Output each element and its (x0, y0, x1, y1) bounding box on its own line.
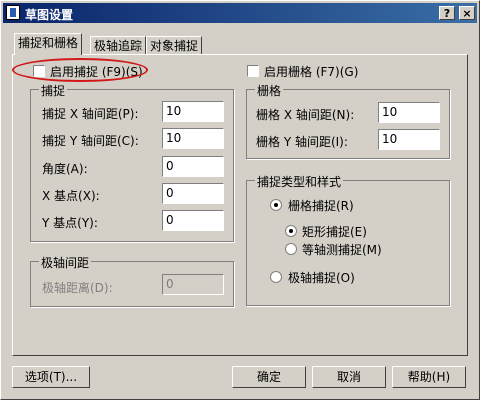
x-base-input[interactable]: 0 (162, 183, 224, 204)
grid-group-title: 栅格 (255, 82, 284, 99)
red-highlight-ellipse (12, 58, 148, 82)
isometric-snap-radio[interactable] (285, 243, 297, 255)
rectangular-snap-label[interactable]: 矩形捕捉(E) (302, 223, 367, 240)
polar-snap-label[interactable]: 极轴捕捉(O) (288, 269, 355, 286)
grid-y-spacing-input[interactable]: 10 (378, 129, 440, 150)
isometric-snap-label[interactable]: 等轴测捕捉(M) (302, 241, 382, 258)
polar-distance-input[interactable]: 0 (162, 274, 224, 295)
y-base-input[interactable]: 0 (162, 210, 224, 231)
grid-x-spacing-label: 栅格 X 轴间距(N): (256, 108, 355, 122)
y-base-label: Y 基点(Y): (42, 216, 98, 230)
grid-snap-label[interactable]: 栅格捕捉(R) (288, 197, 354, 214)
snap-y-spacing-input[interactable]: 10 (162, 128, 224, 149)
ok-button[interactable]: 确定 (232, 366, 306, 388)
app-icon (6, 5, 20, 20)
snap-type-group-title: 捕捉类型和样式 (255, 173, 344, 190)
help-button[interactable]: 帮助(H) (392, 366, 466, 388)
tab-snap-and-grid[interactable]: 捕捉和栅格 (14, 33, 83, 55)
grid-x-spacing-input[interactable]: 10 (378, 102, 440, 123)
dialog-title: 草图设置 (25, 8, 74, 22)
rectangular-snap-radio[interactable] (285, 225, 297, 237)
snap-x-spacing-label: 捕捉 X 轴间距(P): (42, 107, 139, 121)
tab-object-snap[interactable]: 对象捕捉 (146, 36, 203, 54)
grid-snap-radio[interactable] (270, 199, 282, 211)
cancel-button[interactable]: 取消 (312, 366, 386, 388)
snap-x-spacing-input[interactable]: 10 (162, 101, 224, 122)
polar-snap-radio[interactable] (270, 271, 282, 283)
grid-y-spacing-label: 栅格 Y 轴间距(I): (256, 135, 348, 149)
polar-spacing-group-title: 极轴间距 (39, 254, 92, 271)
snap-y-spacing-label: 捕捉 Y 轴间距(C): (42, 134, 139, 148)
snap-angle-input[interactable]: 0 (162, 156, 224, 177)
tab-polar-tracking[interactable]: 极轴追踪 (90, 36, 147, 54)
snap-angle-label: 角度(A): (42, 162, 88, 176)
x-base-label: X 基点(X): (42, 189, 100, 203)
close-button[interactable]: × (459, 6, 475, 20)
grid-on-checkbox[interactable] (247, 65, 259, 77)
polar-distance-label: 极轴距离(D): (42, 281, 113, 295)
title-bar[interactable]: 草图设置 ? × (3, 3, 477, 23)
help-title-button[interactable]: ? (439, 6, 455, 20)
snap-group-title: 捕捉 (39, 82, 68, 99)
options-button[interactable]: 选项(T)... (12, 366, 90, 388)
grid-on-label[interactable]: 启用栅格 (F7)(G) (264, 63, 358, 80)
